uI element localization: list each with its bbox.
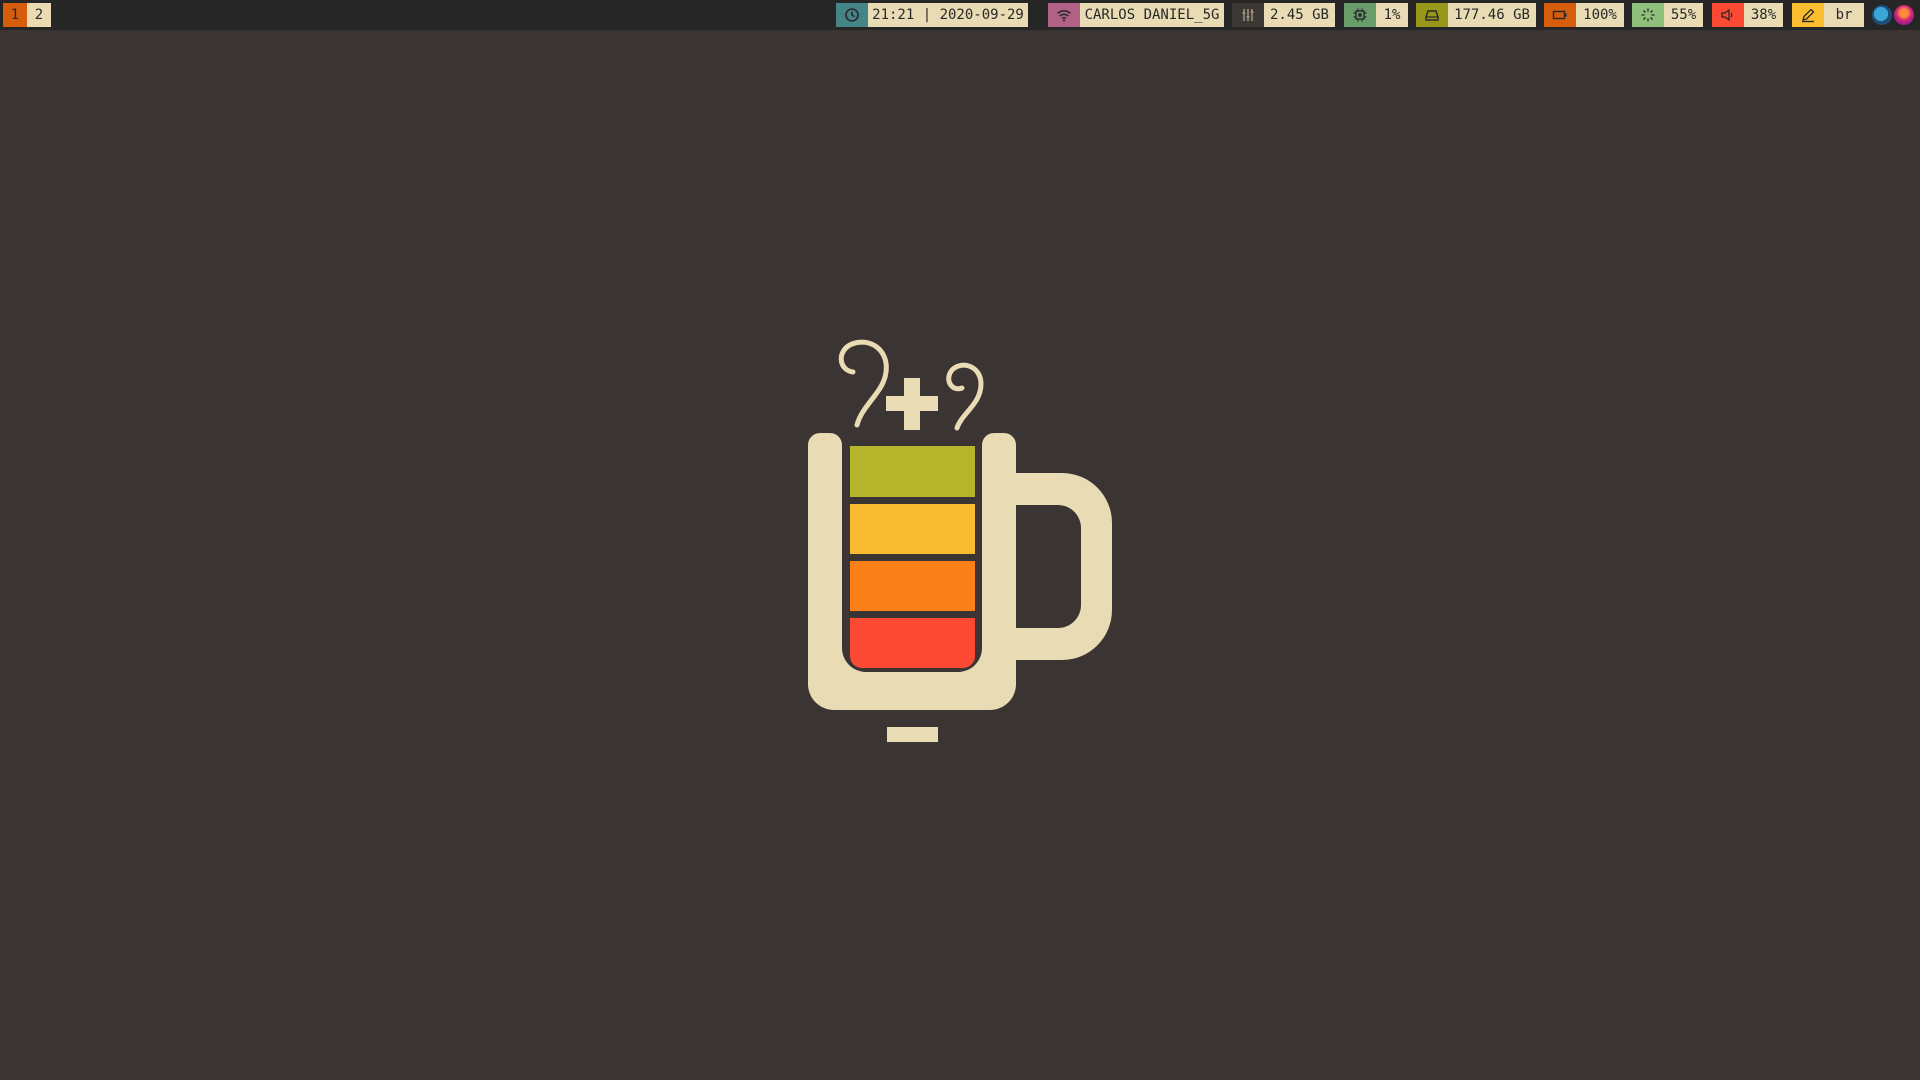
- level-bar-2: [850, 504, 975, 554]
- battery-mug-logo: [808, 339, 1112, 742]
- plus-sign-vertical: [904, 378, 920, 430]
- level-bar-1: [850, 446, 975, 497]
- level-bar-4: [850, 618, 975, 668]
- mug-handle: [1016, 473, 1112, 660]
- steam-swirl-right: [946, 362, 984, 431]
- minus-sign: [887, 727, 938, 742]
- level-bar-3: [850, 561, 975, 611]
- steam-swirl-left: [838, 339, 889, 428]
